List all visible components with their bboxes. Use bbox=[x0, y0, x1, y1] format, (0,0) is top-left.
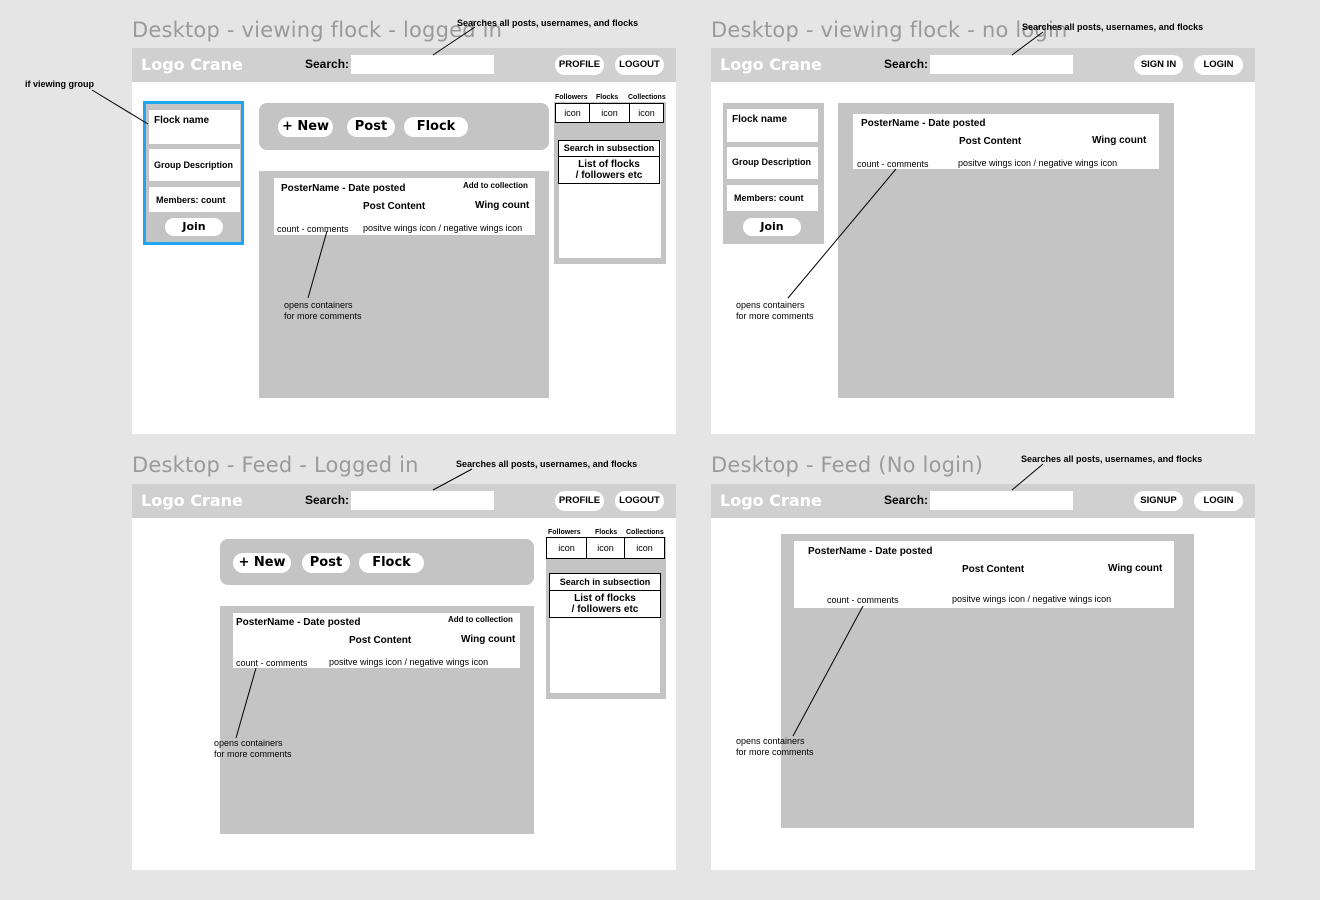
comment-pointer bbox=[792, 605, 864, 737]
search-pointer bbox=[1011, 31, 1044, 56]
search-pointer bbox=[432, 468, 473, 491]
comment-pointer bbox=[787, 168, 897, 299]
comment-pointer bbox=[235, 667, 257, 739]
annotation-lines bbox=[91, 26, 1044, 739]
comment-pointer bbox=[307, 230, 328, 299]
search-pointer bbox=[1011, 463, 1044, 491]
search-pointer bbox=[432, 26, 476, 56]
side-pointer bbox=[91, 89, 149, 125]
